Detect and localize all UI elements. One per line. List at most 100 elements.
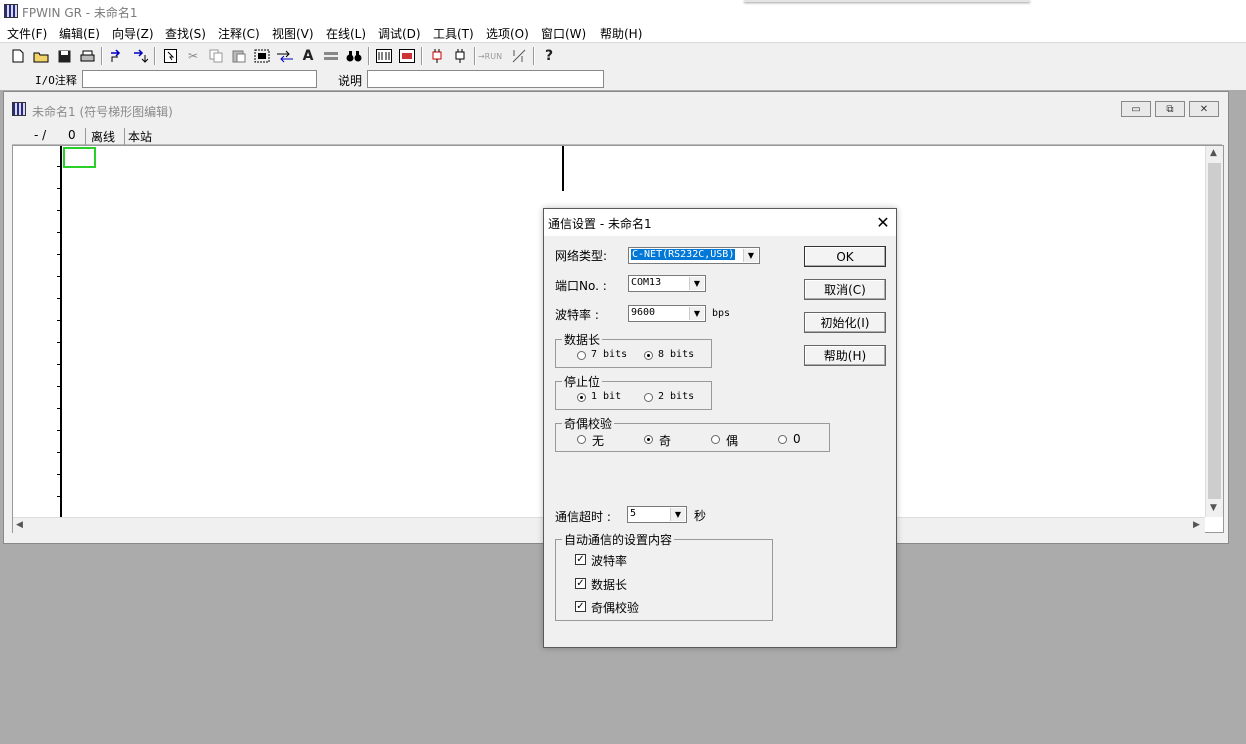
parity-odd-label: 奇 <box>659 434 672 448</box>
description-label: 说明 <box>338 74 363 88</box>
background-window-edge <box>744 0 1030 2</box>
ladder-cursor <box>63 147 96 168</box>
close-button[interactable]: ✕ <box>1189 101 1219 117</box>
timeout-select[interactable]: 5 ▼ <box>627 506 687 523</box>
chevron-down-icon[interactable]: ▼ <box>670 508 685 521</box>
editor-title-bar: 未命名1 (符号梯形图编辑) ▭ ⧉ ✕ <box>4 92 1228 122</box>
menu-window[interactable]: 窗口(W) <box>541 25 586 42</box>
program-icon[interactable] <box>397 46 417 66</box>
vertical-scrollbar[interactable]: ▲ ▼ <box>1205 146 1223 517</box>
binoculars-icon[interactable] <box>344 46 364 66</box>
scroll-left-icon[interactable]: ◀ <box>16 520 23 530</box>
help-icon[interactable]: ? <box>539 46 559 66</box>
menu-edit[interactable]: 编辑(E) <box>59 25 100 42</box>
stop-bit-1-label: 1 bit <box>591 391 622 402</box>
dialog-title-bar: 通信设置 - 未命名1 ✕ <box>544 209 896 236</box>
menu-debug[interactable]: 调试(D) <box>378 25 421 42</box>
stop-bit-1-radio[interactable] <box>577 393 586 402</box>
parity-odd-radio[interactable] <box>644 435 653 444</box>
chevron-down-icon[interactable]: ▼ <box>689 307 704 320</box>
open-folder-icon[interactable] <box>31 46 51 66</box>
stop-bit-group: 停止位 1 bit 2 bits <box>555 373 712 410</box>
dialog-close-icon[interactable]: ✕ <box>874 212 892 232</box>
menu-help[interactable]: 帮助(H) <box>600 25 642 42</box>
parity-even-radio[interactable] <box>711 435 720 444</box>
cut-icon[interactable]: ✂ <box>183 46 203 66</box>
initialize-button[interactable]: 初始化(I) <box>804 312 886 333</box>
menu-view[interactable]: 视图(V) <box>272 25 314 42</box>
text-icon[interactable]: A <box>298 46 318 66</box>
scroll-up-icon[interactable]: ▲ <box>1210 148 1217 158</box>
new-file-icon[interactable] <box>8 46 28 66</box>
monitor-icon[interactable] <box>374 46 394 66</box>
data-length-8-radio[interactable] <box>644 351 653 360</box>
upload-icon[interactable] <box>450 46 470 66</box>
line-icon[interactable] <box>321 46 341 66</box>
restore-button[interactable]: ⧉ <box>1155 101 1185 117</box>
run-icon[interactable]: →RUN <box>478 46 502 66</box>
menu-find[interactable]: 查找(S) <box>165 25 206 42</box>
auto-parity-checkbox[interactable]: ✓ <box>575 601 586 612</box>
block-icon[interactable] <box>252 46 272 66</box>
save-icon[interactable] <box>54 46 74 66</box>
move-icon[interactable] <box>275 46 295 66</box>
scroll-down-icon[interactable]: ▼ <box>1210 503 1217 513</box>
baud-rate-value: 9600 <box>631 307 656 318</box>
parity-even-label: 偶 <box>726 434 739 448</box>
auto-baud-checkbox[interactable]: ✓ <box>575 554 586 565</box>
description-input[interactable] <box>367 70 604 88</box>
paste-icon[interactable] <box>229 46 249 66</box>
network-type-select[interactable]: C-NET(RS232C,USB) ▼ <box>628 247 760 264</box>
address-indicator: - / <box>34 128 47 142</box>
data-length-8-label: 8 bits <box>658 349 695 360</box>
title-bar: FPWIN GR - 未命名1 <box>0 0 1246 22</box>
menu-file[interactable]: 文件(F) <box>7 25 47 42</box>
data-length-group: 数据长 7 bits 8 bits <box>555 331 712 368</box>
timeout-value: 5 <box>630 508 637 519</box>
auto-comm-group: 自动通信的设置内容 ✓ 波特率 ✓ 数据长 ✓ 奇偶校验 <box>555 531 773 621</box>
stop-bit-2-radio[interactable] <box>644 393 653 402</box>
dialog-title: 通信设置 - 未命名1 <box>548 217 652 231</box>
editor-title: 未命名1 (符号梯形图编辑) <box>32 105 173 119</box>
data-length-7-radio[interactable] <box>577 351 586 360</box>
baud-unit: bps <box>712 308 731 319</box>
vertical-scroll-thumb[interactable] <box>1208 163 1221 499</box>
select-icon[interactable] <box>160 46 180 66</box>
plug-icon[interactable] <box>427 46 447 66</box>
station-indicator: 本站 <box>124 128 152 145</box>
baud-rate-label: 波特率 : <box>555 308 599 322</box>
baud-rate-select[interactable]: 9600 ▼ <box>628 305 706 322</box>
port-select[interactable]: COM13 ▼ <box>628 275 706 292</box>
data-length-title: 数据长 <box>562 331 603 348</box>
parity-group: 奇偶校验 无 奇 偶 0 <box>555 415 830 452</box>
auto-data-length-label: 数据长 <box>591 578 628 592</box>
minimize-button[interactable]: ▭ <box>1121 101 1151 117</box>
mode-icon[interactable] <box>509 46 529 66</box>
left-power-rail <box>57 146 62 518</box>
menu-options[interactable]: 选项(O) <box>486 25 529 42</box>
stop-bit-2-label: 2 bits <box>658 391 695 402</box>
chevron-down-icon[interactable]: ▼ <box>689 277 704 290</box>
menu-wizard[interactable]: 向导(Z) <box>112 25 154 42</box>
app-title: FPWIN GR - 未命名1 <box>22 6 138 20</box>
ok-button[interactable]: OK <box>804 246 886 267</box>
compile-icon[interactable] <box>107 46 127 66</box>
print-icon[interactable] <box>77 46 97 66</box>
io-comment-label: I/O注释 <box>35 74 77 87</box>
convert-icon[interactable] <box>130 46 150 66</box>
io-comment-input[interactable] <box>82 70 317 88</box>
parity-none-radio[interactable] <box>577 435 586 444</box>
data-length-7-label: 7 bits <box>591 349 628 360</box>
menu-tools[interactable]: 工具(T) <box>433 25 474 42</box>
help-button[interactable]: 帮助(H) <box>804 345 886 366</box>
cancel-button[interactable]: 取消(C) <box>804 279 886 300</box>
scroll-right-icon[interactable]: ▶ <box>1193 520 1200 530</box>
menu-comment[interactable]: 注释(C) <box>218 25 260 42</box>
menu-online[interactable]: 在线(L) <box>326 25 366 42</box>
chevron-down-icon[interactable]: ▼ <box>743 249 758 262</box>
timeout-label: 通信超时 : <box>555 510 611 524</box>
copy-icon[interactable] <box>206 46 226 66</box>
right-power-rail <box>562 146 564 191</box>
parity-zero-radio[interactable] <box>778 435 787 444</box>
auto-data-length-checkbox[interactable]: ✓ <box>575 578 586 589</box>
